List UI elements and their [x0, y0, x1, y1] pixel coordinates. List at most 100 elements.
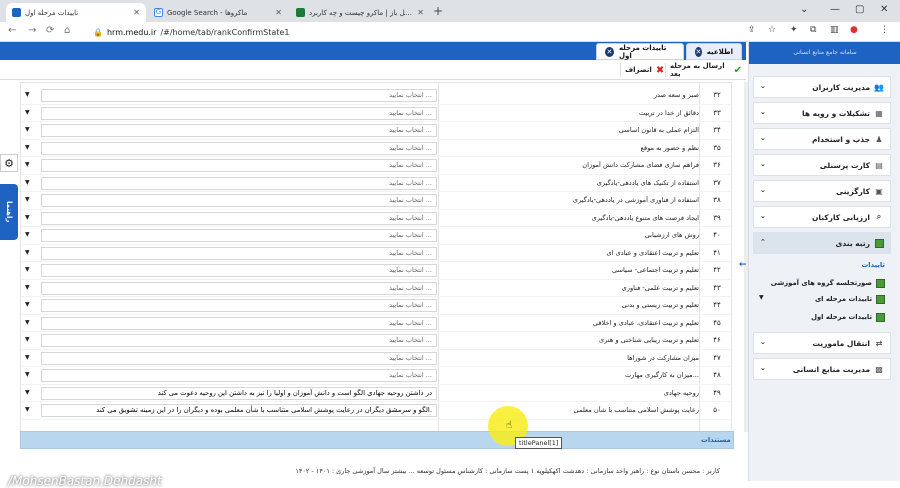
browser-menu-icon[interactable]: ⋮ — [880, 25, 889, 35]
evaluation-select[interactable]: انتخاب نمایید ... — [41, 369, 437, 382]
evaluation-select[interactable]: انتخاب نمایید ... — [41, 264, 437, 277]
home-icon[interactable]: ⌂ — [64, 25, 70, 36]
google-icon: G — [154, 8, 163, 17]
address-bar[interactable]: 🔒 hrm.medu.ir/#/home/tab/rankConfirmStat… — [93, 25, 783, 39]
reload-icon[interactable]: ⟳ — [46, 25, 54, 36]
maximize-icon[interactable]: ▢ — [855, 4, 864, 15]
evaluation-select[interactable]: انتخاب نمایید ... — [41, 89, 437, 102]
evaluation-select[interactable]: انتخاب نمایید ... — [41, 246, 437, 260]
dropdown-arrow-icon[interactable]: ▼ — [25, 284, 30, 291]
extensions-menu-icon[interactable]: ⧉ — [810, 25, 816, 35]
evaluation-select[interactable]: انتخاب نمایید ... — [41, 281, 437, 295]
sidebar-item[interactable]: ⌄ کارت پرسنلی ▤ — [753, 154, 891, 176]
sidebar-subitem[interactable]: ← تاییدات — [739, 258, 891, 272]
sidebar-item[interactable]: ⌃ رتبه بندی — [753, 232, 891, 254]
close-tab-icon[interactable]: ✕ — [275, 8, 282, 17]
dropdown-arrow-icon[interactable]: ▼ — [25, 231, 30, 238]
bookmark-star-icon[interactable]: ☆ — [768, 25, 776, 35]
cancel-button[interactable]: انصراف ✖ — [620, 63, 668, 77]
dropdown-arrow-icon[interactable]: ▼ — [25, 266, 30, 273]
dropdown-arrow-icon[interactable]: ▼ — [25, 196, 30, 203]
evaluation-select[interactable]: الگو و سرمشق دیگران در رعایت پوشش اسلامی… — [41, 404, 437, 417]
sidebar-item[interactable]: ⌄ جذب و استخدام ♟ — [753, 128, 891, 150]
row-number: ۴۷ — [713, 353, 721, 362]
evaluation-select[interactable]: انتخاب نمایید ... — [41, 194, 437, 207]
back-icon[interactable]: ← — [8, 25, 16, 36]
sidebar-item[interactable]: ⌄ مدیریت کاربران 👥 — [753, 76, 891, 98]
close-tab-icon[interactable]: ✕ — [417, 8, 424, 17]
dropdown-arrow-icon[interactable]: ▼ — [25, 319, 30, 326]
extension-icon[interactable]: ✦ — [790, 25, 798, 35]
browser-tab-title: تاییدات مرحله اول — [25, 8, 79, 17]
dropdown-arrow-icon[interactable]: ▼ — [25, 406, 30, 413]
browser-toolbar: ← → ⟳ ⌂ 🔒 hrm.medu.ir/#/home/tab/rankCon… — [0, 22, 900, 42]
evaluation-select[interactable]: انتخاب نمایید ... — [41, 316, 437, 330]
close-tab-icon[interactable]: ✕ — [133, 8, 140, 17]
tab-first-stage-approvals[interactable]: ✕ تاییدات مرحله اول — [596, 43, 684, 60]
sidebar-item[interactable]: ⌄ انتقال ماموریت ⇄ — [753, 332, 891, 354]
documents-bar[interactable]: مستندات — [20, 431, 734, 449]
dropdown-arrow-icon[interactable]: ▼ — [25, 161, 30, 168]
row-number: ۳۶ — [713, 161, 721, 169]
dropdown-arrow-icon[interactable]: ▼ — [25, 354, 30, 361]
sidebar-subitem[interactable]: ▼ تاییدات مرحله ای — [753, 292, 891, 306]
dropdown-arrow-icon[interactable]: ▼ — [25, 214, 30, 221]
sidebar-item[interactable]: ⌄ تشکیلات و رویه ها ▦ — [753, 102, 891, 124]
dropdown-arrow-icon[interactable]: ▼ — [25, 91, 30, 98]
table-row: ۴۵ تعلیم و تربیت اعتقادی، عبادی و اخلاقی ا… — [21, 315, 733, 332]
dropdown-arrow-icon[interactable]: ▼ — [25, 109, 30, 116]
dropdown-arrow-icon[interactable]: ▼ — [25, 389, 30, 396]
sidebar-subitem[interactable]: تاییدات مرحله اول — [753, 310, 891, 324]
sidebar-item[interactable]: ⌄ مدیریت منابع انسانی ▩ — [753, 358, 891, 380]
criterion-label: صبر و سعه صدر — [653, 91, 699, 99]
row-number: ۴۵ — [713, 318, 721, 327]
evaluation-select[interactable]: انتخاب نمایید ... — [41, 106, 437, 120]
evaluation-select[interactable]: انتخاب نمایید ... — [41, 211, 437, 225]
sidebar-subitem[interactable]: صورتجلسه گروه های آموزشی — [753, 276, 891, 290]
dropdown-arrow-icon[interactable]: ▼ — [25, 301, 30, 308]
browser-tab-active[interactable]: تاییدات مرحله اول ✕ — [6, 3, 146, 22]
row-number: ۳۵ — [713, 143, 721, 152]
app-tab-strip: ✕ اطلاعیه ✕ تاییدات مرحله اول — [0, 42, 746, 60]
evaluation-select[interactable]: انتخاب نمایید ... — [41, 176, 437, 190]
sidepanel-icon[interactable]: ▥ — [830, 25, 839, 35]
browser-tab[interactable]: اکسل باز | ماکرو چیست و چه کاربرد... ✕ — [290, 3, 430, 22]
evaluation-select[interactable]: در داشتن روحیه جهادی الگو است و دانش آمو… — [41, 386, 437, 400]
forward-icon[interactable]: → — [28, 25, 36, 36]
chevron-down-icon: ⌄ — [760, 338, 766, 346]
table-row: ۳۳ دقائق از خدا در تربیت انتخاب نمایید ...… — [21, 105, 733, 122]
evaluation-select[interactable]: انتخاب نمایید ... — [41, 351, 437, 365]
evaluation-select[interactable]: انتخاب نمایید ... — [41, 334, 437, 347]
evaluation-select[interactable]: انتخاب نمایید ... — [41, 141, 437, 155]
evaluation-select[interactable]: انتخاب نمایید ... — [41, 299, 437, 312]
send-next-stage-button[interactable]: ارسال به مرحله بعد ✔ — [665, 62, 746, 78]
dropdown-arrow-icon[interactable]: ▼ — [25, 336, 30, 343]
tab-search-icon[interactable]: ⌄ — [800, 4, 808, 15]
dropdown-arrow-icon[interactable]: ▼ — [25, 371, 30, 378]
profile-avatar-icon[interactable]: ● — [850, 25, 858, 35]
criterion-label: رعایت پوشش اسلامی متناسب با شأن معلمی — [573, 406, 699, 414]
minimize-icon[interactable]: — — [830, 4, 840, 15]
help-button[interactable]: راهنما — [0, 184, 18, 240]
new-tab-icon[interactable]: + — [433, 4, 443, 18]
dropdown-arrow-icon[interactable]: ▼ — [25, 249, 30, 256]
close-icon[interactable]: ✕ — [695, 46, 702, 57]
evaluation-select[interactable]: انتخاب نمایید ... — [41, 229, 437, 242]
tab-announcements[interactable]: ✕ اطلاعیه — [686, 43, 742, 60]
share-icon[interactable]: ⇪ — [748, 25, 756, 35]
row-number: ۳۴ — [713, 126, 721, 134]
dropdown-arrow-icon[interactable]: ▼ — [25, 126, 30, 133]
criterion-label: استفاده از تکنیک های یاددهی-یادگیری — [596, 178, 699, 187]
dropdown-arrow-icon[interactable]: ▼ — [25, 179, 30, 186]
criterion-label: استفاده از فناوری آموزشی در یاددهی-یادگی… — [572, 196, 699, 204]
close-icon[interactable]: ✕ — [605, 46, 614, 57]
settings-gear-icon[interactable]: ⚙ — [0, 154, 18, 172]
browser-tab[interactable]: G Google Search - ماکروها ✕ — [148, 3, 288, 22]
sidebar-item[interactable]: ⌄ ارزیابی کارکنان ⌕ — [753, 206, 891, 228]
evaluation-select[interactable]: انتخاب نمایید ... — [41, 159, 437, 172]
window-close-icon[interactable]: ✕ — [880, 4, 888, 15]
dropdown-arrow-icon[interactable]: ▼ — [25, 144, 30, 151]
row-number: ۳۲ — [713, 91, 721, 99]
sidebar-item[interactable]: ⌄ کارگزینی ▣ — [753, 180, 891, 202]
evaluation-select[interactable]: انتخاب نمایید ... — [41, 124, 437, 137]
